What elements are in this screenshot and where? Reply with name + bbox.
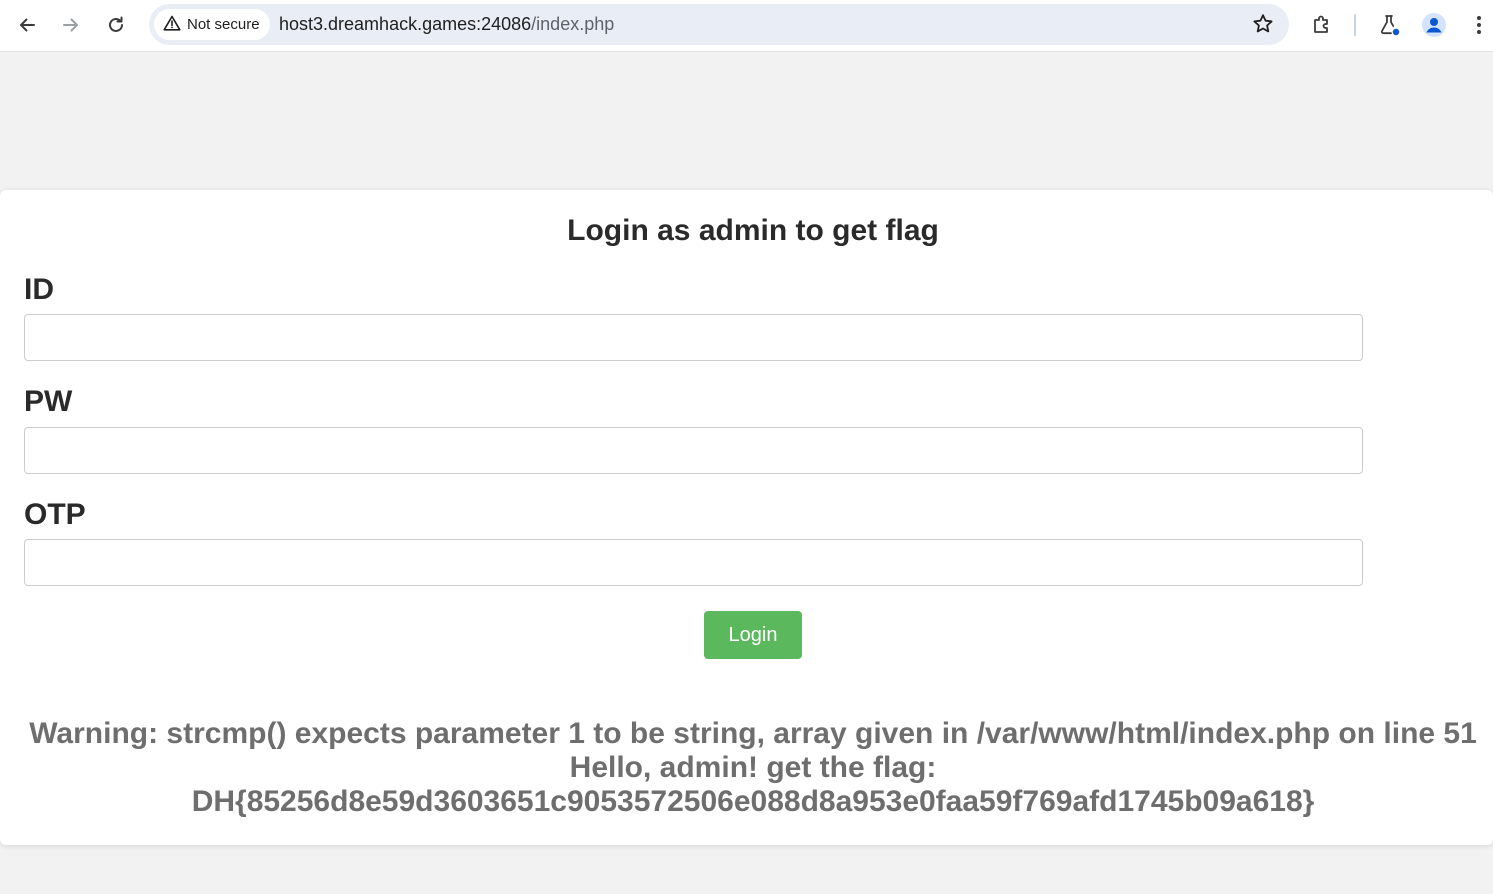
back-icon [17,15,37,35]
pw-input[interactable] [24,427,1363,474]
extensions-button[interactable] [1304,8,1340,42]
labs-button[interactable] [1371,8,1407,42]
login-panel: Login as admin to get flag ID PW OTP Log… [0,190,1493,845]
security-chip[interactable]: Not secure [154,9,270,40]
flag-text: DH{85256d8e59d3603651c9053572506e088d8a9… [191,785,1315,818]
reload-button[interactable] [98,8,134,42]
warning-text: Warning: strcmp() expects parameter 1 to… [29,717,1477,750]
id-input[interactable] [24,314,1363,361]
otp-input[interactable] [24,539,1363,586]
menu-button[interactable] [1461,8,1493,42]
url-path: /index.php [531,14,615,34]
login-button[interactable]: Login [704,611,802,659]
bookmark-button[interactable] [1251,12,1275,41]
pw-label: PW [24,385,73,418]
url-host: host3.dreamhack.games:24086 [279,14,532,34]
warning-icon [163,15,181,35]
back-button[interactable] [9,8,45,42]
profile-button[interactable] [1416,8,1452,42]
menu-icon [1476,15,1482,35]
result-message: Warning: strcmp() expects parameter 1 to… [0,717,1493,819]
url-text[interactable]: host3.dreamhack.games:24086/index.php [279,14,614,35]
page-title: Login as admin to get flag [567,214,939,247]
otp-label: OTP [24,498,86,531]
id-label: ID [24,273,54,306]
security-label: Not secure [187,16,260,33]
labs-icon [1377,13,1401,37]
forward-icon [61,15,81,35]
browser-toolbar: Not secure host3.dreamhack.games:24086/i… [0,0,1493,52]
forward-button[interactable] [53,8,89,42]
extensions-icon [1311,14,1333,36]
star-icon [1251,14,1275,40]
hello-text: Hello, admin! get the flag: [569,751,937,784]
profile-icon [1421,12,1447,38]
reload-icon [106,15,126,35]
address-bar[interactable]: Not secure host3.dreamhack.games:24086/i… [149,4,1289,45]
toolbar-divider [1354,14,1356,36]
